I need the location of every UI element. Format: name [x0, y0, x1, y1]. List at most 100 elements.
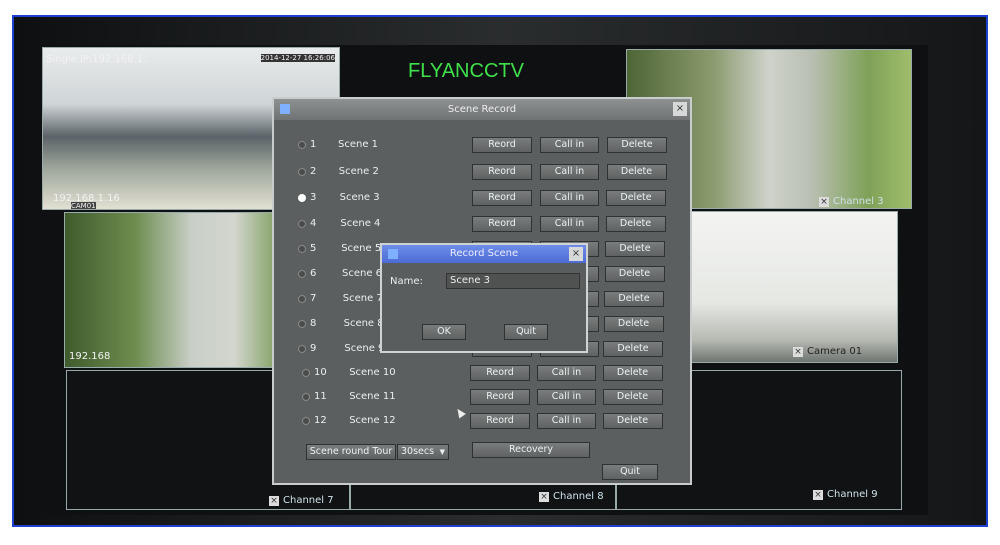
delete-button[interactable]: Delete — [603, 341, 663, 357]
scene-number: 6 — [310, 268, 317, 279]
scene-name: Scene 12 — [349, 415, 396, 426]
call-in-button[interactable]: Call in — [537, 365, 596, 381]
delete-button[interactable]: Delete — [606, 190, 666, 206]
scene-radio[interactable] — [298, 320, 306, 328]
delete-button[interactable]: Delete — [602, 389, 663, 405]
scene-row: 10 Scene 10 Reord Call in Delete — [274, 365, 694, 383]
scene-number: 9 — [310, 343, 317, 354]
record-button[interactable]: Reord — [470, 413, 530, 429]
scene-number: 5 — [310, 243, 317, 254]
record-button[interactable]: Reord — [470, 389, 530, 405]
scene-number: 10 — [314, 367, 327, 378]
record-button[interactable]: Reord — [470, 365, 530, 381]
close-icon[interactable]: × — [569, 247, 583, 261]
scene-name: Scene 8 — [343, 318, 384, 329]
scene-radio[interactable] — [298, 270, 306, 278]
scene-radio[interactable] — [298, 245, 306, 253]
scene-name: Scene 10 — [349, 367, 396, 378]
record-scene-dialog: Record Scene × Name: Scene 3 OK Quit — [380, 243, 588, 353]
window-icon — [388, 249, 398, 259]
scene-number: 1 — [310, 139, 317, 150]
scene-row: 3 Scene 3 Reord Call in Delete — [274, 190, 694, 208]
close-icon[interactable]: × — [673, 102, 687, 116]
scene-name: Scene 6 — [342, 268, 383, 279]
scene-number: 11 — [314, 391, 327, 402]
brand-logo: FLYANCCTV — [408, 60, 524, 82]
close-channel-icon[interactable]: × — [539, 491, 549, 502]
dialog-titlebar[interactable]: Scene Record × — [274, 99, 690, 120]
scene-number: 4 — [310, 218, 317, 229]
record-button[interactable]: Reord — [472, 190, 532, 206]
scene-radio[interactable] — [298, 295, 306, 303]
channel-9-label: × Channel 9 — [813, 489, 878, 500]
timestamp: 2014-12-27 16:26:06 — [260, 54, 335, 62]
scene-radio[interactable] — [298, 345, 306, 353]
scene-name: Scene 2 — [338, 166, 379, 177]
channel-label: Channel 8 — [553, 491, 604, 502]
scene-radio[interactable] — [298, 168, 306, 176]
channel-8-label: × Channel 8 — [539, 491, 604, 502]
dialog-titlebar[interactable]: Record Scene × — [382, 245, 586, 263]
close-channel-icon[interactable]: × — [813, 489, 823, 500]
scene-radio[interactable] — [298, 141, 306, 149]
record-button[interactable]: Reord — [472, 216, 532, 232]
scene-name: Scene 11 — [349, 391, 396, 402]
delete-button[interactable]: Delete — [604, 291, 664, 307]
channel-3-label: × Channel 3 — [819, 196, 884, 207]
record-button[interactable]: Reord — [472, 137, 532, 153]
call-in-button[interactable]: Call in — [537, 389, 596, 405]
scene-name: Scene 1 — [338, 139, 379, 150]
delete-button[interactable]: Delete — [602, 413, 663, 429]
scene-round-tour-label: Scene round Tour — [306, 444, 396, 460]
scene-row: 12 Scene 12 Reord Call in Delete — [274, 413, 694, 431]
scene-number: 3 — [310, 192, 317, 203]
scene-radio[interactable] — [298, 194, 306, 202]
camera-ip: 192.168 — [69, 351, 111, 362]
call-in-button[interactable]: Call in — [540, 164, 599, 180]
call-in-button[interactable]: Call in — [540, 190, 599, 206]
channel-label: Camera 01 — [807, 346, 863, 357]
scene-name: Scene 4 — [340, 218, 381, 229]
scene-row: 11 Scene 11 Reord Call in Delete — [274, 389, 694, 407]
ok-button[interactable]: OK — [422, 324, 466, 340]
delete-button[interactable]: Delete — [604, 266, 665, 282]
window-icon — [280, 104, 290, 114]
delete-button[interactable]: Delete — [605, 241, 665, 257]
camera-4-label: × Camera 01 — [793, 346, 862, 357]
channel-7-label: × Channel 7 — [269, 495, 334, 506]
scene-number: 8 — [310, 318, 317, 329]
delete-button[interactable]: Delete — [606, 164, 667, 180]
scene-name: Scene 7 — [342, 293, 383, 304]
scene-radio[interactable] — [298, 220, 306, 228]
close-channel-icon[interactable]: × — [793, 346, 803, 357]
record-button[interactable]: Reord — [472, 164, 532, 180]
delete-button[interactable]: Delete — [607, 137, 667, 153]
scene-name: Scene 9 — [344, 343, 385, 354]
scene-name-input[interactable]: Scene 3 — [446, 273, 580, 289]
delete-button[interactable]: Delete — [602, 365, 663, 381]
call-in-button[interactable]: Call in — [540, 137, 599, 153]
dialog-title: Scene Record — [447, 104, 517, 115]
delete-button[interactable]: Delete — [603, 316, 664, 332]
scene-number: 2 — [310, 166, 317, 177]
camera-name: CAM01 — [71, 202, 96, 210]
scene-radio[interactable] — [302, 369, 310, 377]
close-channel-icon[interactable]: × — [269, 495, 279, 506]
channel-label: Channel 9 — [827, 489, 878, 500]
camera-tile-4[interactable]: × Camera 01 — [688, 211, 898, 363]
dialog-title: Record Scene — [449, 248, 519, 259]
recovery-button[interactable]: Recovery — [472, 442, 590, 458]
call-in-button[interactable]: Call in — [537, 413, 596, 429]
scene-radio[interactable] — [302, 393, 310, 401]
chevron-down-icon: ▼ — [439, 448, 445, 456]
quit-button[interactable]: Quit — [602, 464, 658, 480]
tour-interval-value: 30secs — [401, 446, 435, 457]
call-in-button[interactable]: Call in — [540, 216, 599, 232]
scene-radio[interactable] — [302, 417, 310, 425]
delete-button[interactable]: Delete — [605, 216, 666, 232]
scene-number: 7 — [310, 293, 317, 304]
quit-button[interactable]: Quit — [504, 324, 548, 340]
tour-interval-select[interactable]: 30secs ▼ — [397, 444, 449, 460]
scene-number: 12 — [314, 415, 327, 426]
close-channel-icon[interactable]: × — [819, 196, 829, 207]
